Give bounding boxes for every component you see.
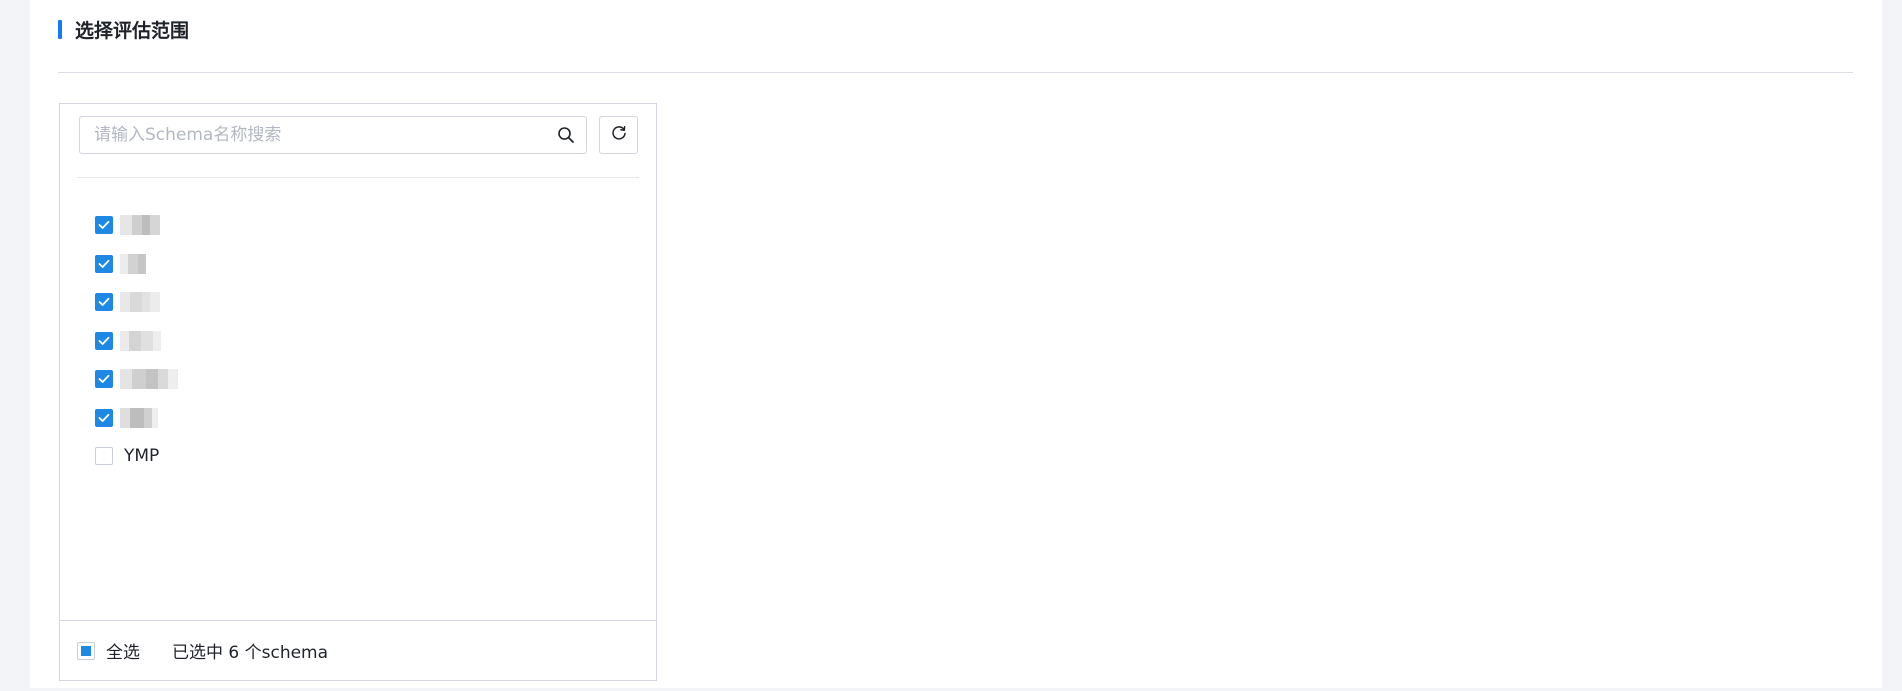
- section-title: 选择评估范围: [75, 20, 190, 42]
- redacted-schema-name: [120, 369, 178, 390]
- checkbox-checked[interactable]: [95, 293, 113, 312]
- check-icon: [98, 298, 110, 307]
- checkbox-checked[interactable]: [95, 331, 113, 350]
- search-icon[interactable]: [546, 117, 586, 153]
- select-all-indeterminate-box: [77, 641, 95, 660]
- select-all-label: 全选: [106, 643, 140, 663]
- checkbox-checked[interactable]: [95, 254, 113, 273]
- schema-list-item[interactable]: [95, 322, 178, 361]
- checkbox-checked[interactable]: [95, 408, 113, 427]
- schema-list-item[interactable]: [95, 245, 178, 284]
- redacted-schema-name: [120, 292, 160, 313]
- redacted-schema-name: [120, 407, 158, 428]
- refresh-icon: [611, 125, 627, 145]
- selected-count-text: 已选中 6 个schema: [172, 643, 329, 663]
- check-icon: [98, 336, 110, 345]
- checkbox-checked[interactable]: [95, 370, 113, 389]
- select-all-checkbox[interactable]: 全选: [77, 638, 140, 663]
- schema-list-item[interactable]: YMP: [95, 437, 178, 476]
- schema-name-label: YMP: [124, 446, 160, 467]
- redacted-schema-name: [120, 215, 160, 236]
- schema-list-item[interactable]: [95, 206, 178, 245]
- schema-list-item[interactable]: [95, 399, 178, 438]
- redacted-schema-name: [120, 253, 146, 274]
- checkbox-checked[interactable]: [95, 216, 113, 235]
- schema-transfer-panel: YMP 全选 已选中 6 个schema: [59, 103, 657, 681]
- check-icon: [98, 375, 110, 384]
- redacted-schema-name: [120, 330, 161, 351]
- section-divider: [58, 72, 1853, 73]
- panel-footer: 全选 已选中 6 个schema: [60, 620, 656, 680]
- section-accent-bar: [58, 20, 62, 39]
- schema-list: YMP: [95, 206, 178, 476]
- evaluation-scope-card: 选择评估范围 YMP 全选: [30, 0, 1882, 688]
- schema-search-box: [79, 116, 587, 154]
- check-icon: [98, 259, 110, 268]
- check-icon: [98, 413, 110, 422]
- checkbox-unchecked[interactable]: [95, 447, 113, 466]
- section-header: 选择评估范围: [58, 18, 190, 42]
- schema-search-input[interactable]: [80, 117, 546, 153]
- refresh-button[interactable]: [599, 116, 638, 154]
- check-icon: [98, 221, 110, 230]
- panel-divider: [77, 177, 639, 178]
- schema-list-item[interactable]: [95, 360, 178, 399]
- schema-list-item[interactable]: [95, 283, 178, 322]
